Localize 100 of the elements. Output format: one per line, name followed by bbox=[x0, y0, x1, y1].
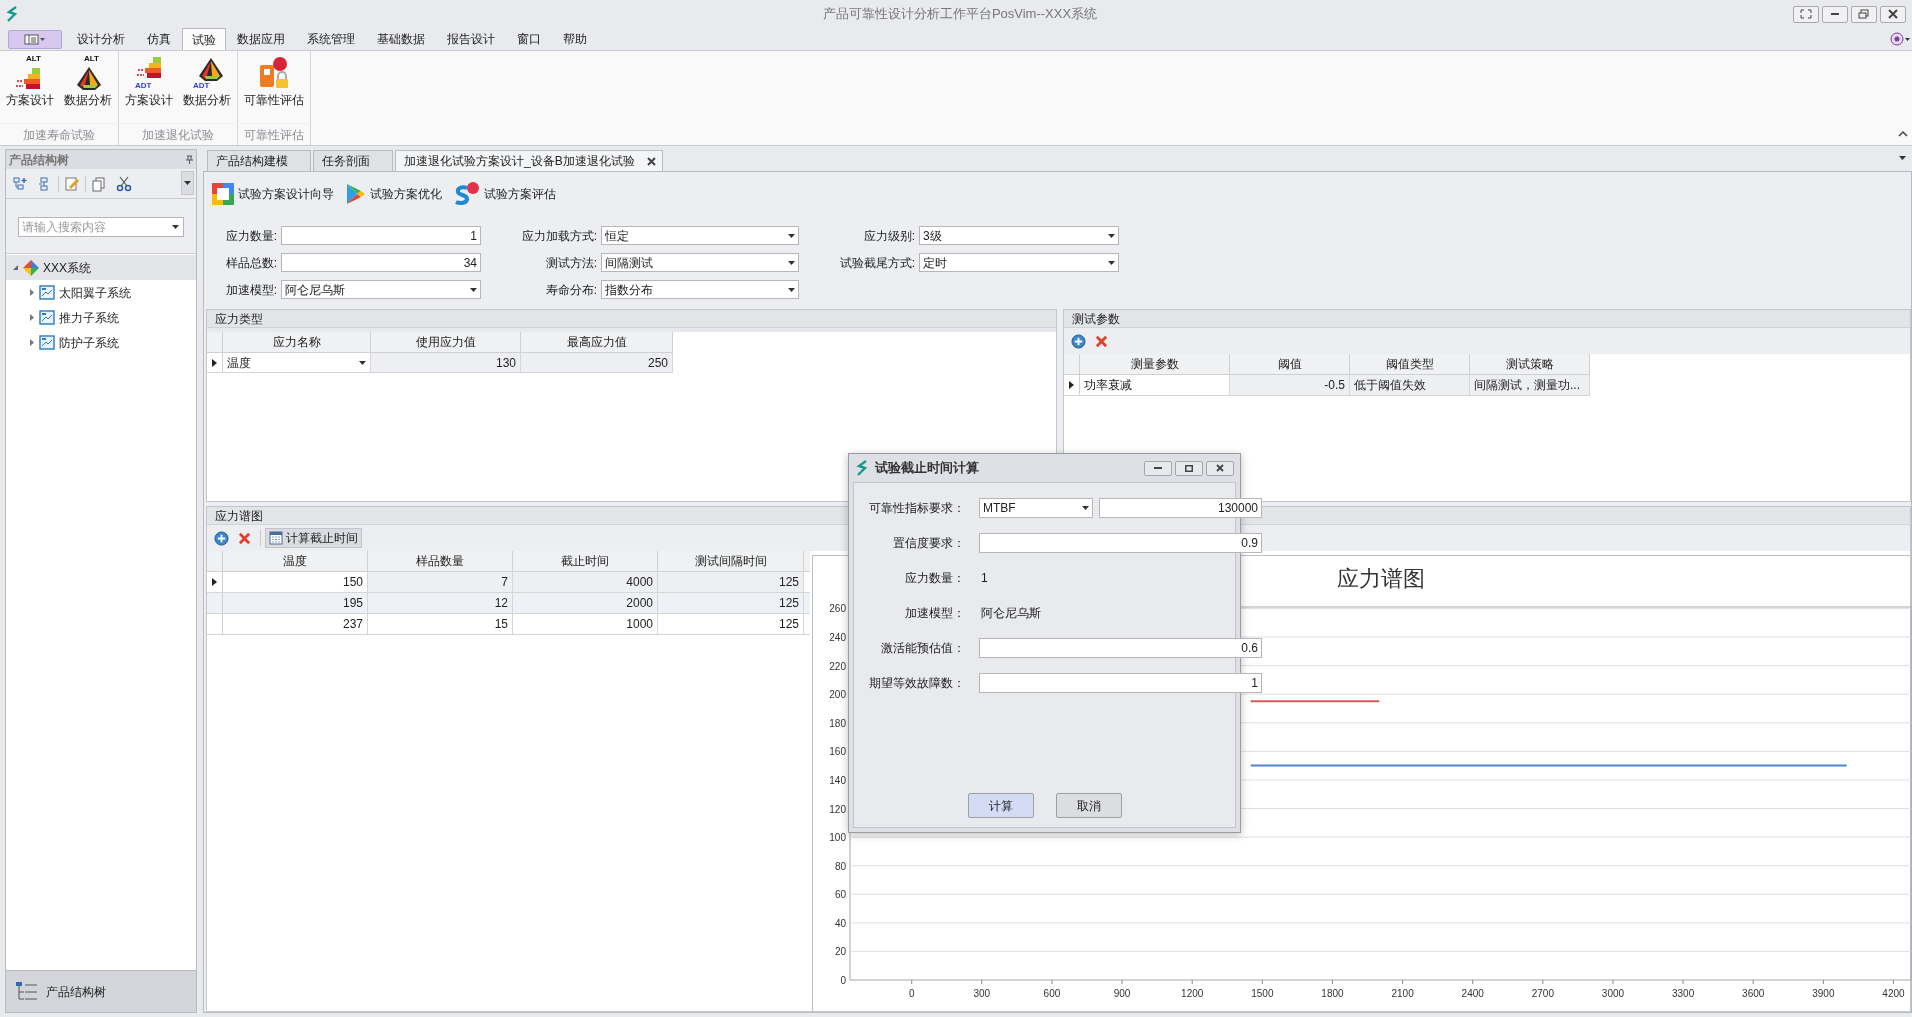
dialog-button[interactable]: 计算 bbox=[967, 793, 1034, 818]
dropdown-field[interactable]: 恒定 bbox=[601, 226, 799, 245]
restore-button[interactable] bbox=[1851, 5, 1877, 23]
dropdown-field[interactable]: 定时 bbox=[919, 253, 1119, 272]
s-curve-icon bbox=[454, 182, 480, 206]
field-label: 激活能预估值： bbox=[880, 640, 966, 657]
input-field[interactable]: 1 bbox=[979, 673, 1262, 693]
application-menu-button[interactable] bbox=[8, 30, 62, 49]
menu-tab[interactable]: 基础数据 bbox=[366, 28, 436, 50]
ribbon-button[interactable]: ALT 方案设计 bbox=[2, 54, 58, 112]
axis-tick-label: 60 bbox=[834, 889, 846, 901]
axis-tick-label: 0 bbox=[908, 988, 915, 999]
menu-tab[interactable]: 试验 bbox=[182, 28, 226, 50]
column-header: 截止时间 bbox=[513, 551, 658, 571]
maximize-button[interactable] bbox=[1175, 460, 1203, 476]
axis-tick-label: 2100 bbox=[1391, 988, 1414, 999]
input-field[interactable]: 130000 bbox=[1099, 498, 1262, 518]
tab-list-icon[interactable] bbox=[1899, 156, 1906, 160]
axis-tick-label: 1800 bbox=[1321, 988, 1344, 999]
input-field[interactable]: 34 bbox=[281, 253, 481, 272]
dropdown-field[interactable]: 指数分布 bbox=[601, 280, 799, 299]
calendar-icon bbox=[269, 531, 283, 545]
menu-tab[interactable]: 帮助 bbox=[552, 28, 598, 50]
close-icon[interactable] bbox=[646, 156, 656, 166]
document-tab[interactable]: 加速退化试验方案设计_设备B加速退化试验 bbox=[395, 150, 663, 171]
panel-title: 测试参数 bbox=[1064, 310, 1910, 328]
toolbar-dropdown-button[interactable] bbox=[181, 171, 194, 195]
collapse-arrow-icon[interactable] bbox=[12, 264, 19, 271]
input-field[interactable]: 1 bbox=[281, 226, 481, 245]
field-label: 应力数量： bbox=[904, 570, 966, 587]
restore-icon bbox=[1856, 7, 1872, 21]
ribbon-group-label: 可靠性评估 bbox=[240, 123, 308, 145]
play-icon bbox=[346, 183, 366, 205]
ribbon-button[interactable]: ADT 方案设计 bbox=[121, 54, 177, 112]
table-cell: -0.5 bbox=[1230, 375, 1350, 395]
minimize-button[interactable] bbox=[1822, 5, 1848, 23]
pin-icon[interactable] bbox=[186, 155, 193, 164]
table-cell: 130 bbox=[371, 353, 521, 372]
input-field[interactable]: 0.9 bbox=[979, 533, 1262, 553]
tree-item[interactable]: XXX系统 bbox=[6, 255, 196, 280]
add-node-icon[interactable] bbox=[12, 175, 28, 192]
chart-title: 应力谱图 bbox=[1336, 566, 1425, 591]
dropdown-field[interactable]: 3级 bbox=[919, 226, 1119, 245]
expand-arrow-icon[interactable] bbox=[28, 289, 35, 296]
document-tab[interactable]: 产品结构建模 bbox=[207, 150, 311, 171]
tree-item[interactable]: 太阳翼子系统 bbox=[6, 280, 196, 305]
search-field[interactable]: 请输入搜索内容 bbox=[18, 217, 184, 237]
caret-icon bbox=[788, 260, 795, 265]
minimize-icon bbox=[1830, 12, 1840, 16]
caret-icon bbox=[788, 233, 795, 238]
ribbon-button[interactable]: ALT 数据分析 bbox=[60, 54, 116, 112]
delete-icon[interactable] bbox=[1095, 334, 1108, 348]
diamond-icon bbox=[23, 259, 39, 276]
toolbar-button[interactable]: 试验方案优化 bbox=[346, 181, 442, 207]
collapse-ribbon-icon[interactable] bbox=[1898, 130, 1908, 137]
menu-tab[interactable]: 设计分析 bbox=[66, 28, 136, 50]
dropdown-field[interactable]: 阿仑尼乌斯 bbox=[281, 280, 481, 299]
window-title: 产品可靠性设计分析工作平台PosVim--XXX系统 bbox=[821, 5, 1099, 24]
input-field[interactable]: 0.6 bbox=[979, 638, 1262, 658]
expand-arrow-icon[interactable] bbox=[28, 339, 35, 346]
toolbar-button[interactable]: 试验方案评估 bbox=[454, 181, 556, 207]
toolbar-button[interactable]: 试验方案设计向导 bbox=[212, 181, 334, 207]
tree-item[interactable]: 防护子系统 bbox=[6, 330, 196, 355]
menu-tab[interactable]: 仿真 bbox=[136, 28, 182, 50]
table-cell: 125 bbox=[658, 593, 804, 613]
close-button[interactable] bbox=[1880, 5, 1906, 23]
product-tree-button[interactable]: 产品结构树 bbox=[6, 970, 196, 1012]
menu-tab[interactable]: 窗口 bbox=[506, 28, 552, 50]
bar-stack-icon bbox=[137, 57, 161, 78]
field-label: 应力级别: bbox=[862, 227, 916, 245]
table-cell: 195 bbox=[223, 593, 368, 613]
caret-icon bbox=[1082, 506, 1089, 510]
expand-arrow-icon[interactable] bbox=[28, 314, 35, 321]
column-header: 测试间隔时间 bbox=[658, 551, 804, 571]
menu-tab[interactable]: 报告设计 bbox=[436, 28, 506, 50]
column-header: 阈值类型 bbox=[1350, 354, 1470, 374]
dropdown-field[interactable]: 间隔测试 bbox=[601, 253, 799, 272]
row-indicator-icon bbox=[212, 358, 217, 367]
dialog-button[interactable]: 取消 bbox=[1055, 793, 1122, 818]
add-icon[interactable] bbox=[214, 530, 229, 546]
field-label: 样品总数: bbox=[224, 254, 278, 272]
close-icon bbox=[1885, 7, 1901, 21]
document-tab[interactable]: 任务剖面 bbox=[313, 150, 393, 171]
delete-icon[interactable] bbox=[238, 531, 251, 545]
field-label: 应力加载方式: bbox=[520, 227, 598, 245]
cut-icon[interactable] bbox=[116, 175, 132, 192]
tree-item[interactable]: 推力子系统 bbox=[6, 305, 196, 330]
ribbon-button[interactable]: ADT 数据分析 bbox=[179, 54, 235, 112]
add-icon[interactable] bbox=[1071, 333, 1086, 349]
close-button[interactable] bbox=[1206, 460, 1234, 476]
copy-icon[interactable] bbox=[91, 175, 107, 192]
dropdown-field[interactable]: MTBF bbox=[979, 498, 1093, 518]
menu-tab[interactable]: 数据应用 bbox=[226, 28, 296, 50]
menu-tab[interactable]: 系统管理 bbox=[296, 28, 366, 50]
ribbon-button[interactable]: 可靠性评估 bbox=[240, 54, 308, 112]
axis-tick-label: 3900 bbox=[1812, 988, 1835, 999]
caret-icon[interactable] bbox=[172, 225, 179, 229]
style-menu-icon[interactable] bbox=[1890, 32, 1910, 46]
calculate-button[interactable]: 计算截止时间 bbox=[265, 528, 362, 548]
minimize-button[interactable] bbox=[1144, 460, 1172, 476]
